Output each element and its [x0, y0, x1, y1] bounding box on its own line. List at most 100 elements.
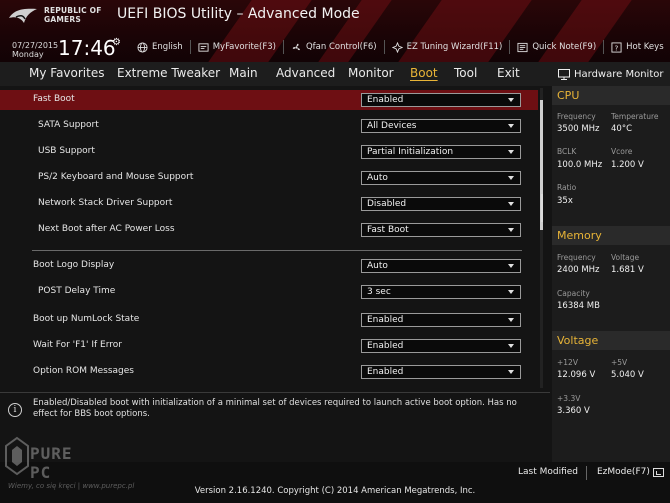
qfan-control-button[interactable]: Qfan Control(F6) [282, 40, 384, 54]
clock-settings-icon[interactable]: ⚙ [112, 37, 121, 48]
monitor-icon [558, 68, 570, 80]
setting-label: SATA Support [38, 120, 99, 130]
select-value: Enabled [367, 341, 404, 351]
select-value: 3 sec [367, 287, 391, 297]
fan-icon [292, 43, 300, 50]
memory-voltage-value: 1.681 V [611, 265, 644, 275]
chevron-down-icon [508, 370, 514, 374]
setting-row-next-boot-ac[interactable]: Next Boot after AC Power Loss Fast Boot [0, 220, 538, 240]
hardware-monitor-panel: CPU Frequency Temperature 3500 MHz 40°C … [541, 86, 670, 462]
boot-settings-panel: Fast Boot Enabled SATA Support All Devic… [0, 88, 538, 388]
tab-monitor[interactable]: Monitor [348, 66, 394, 80]
chevron-down-icon [508, 290, 514, 294]
setting-row-ps2-support[interactable]: PS/2 Keyboard and Mouse Support Auto [0, 168, 538, 188]
fast-boot-select[interactable]: Enabled [361, 93, 521, 107]
network-stack-select[interactable]: Disabled [361, 197, 521, 211]
setting-row-sata-support[interactable]: SATA Support All Devices [0, 116, 538, 136]
setting-row-wait-f1[interactable]: Wait For 'F1' If Error Enabled [0, 336, 538, 356]
v12-value: 12.096 V [557, 370, 596, 380]
chevron-down-icon [508, 98, 514, 102]
myfavorite-button[interactable]: MyFavorite(F3) [189, 40, 283, 54]
brand-text: REPUBLIC OF GAMERS [44, 6, 102, 24]
tab-extreme-tweaker[interactable]: Extreme Tweaker [117, 66, 220, 80]
setting-label: Boot Logo Display [33, 260, 115, 270]
header: REPUBLIC OF GAMERS UEFI BIOS Utility – A… [0, 0, 670, 62]
chevron-down-icon [508, 150, 514, 154]
voltage-section-title: Voltage [552, 331, 670, 350]
chevron-down-icon [508, 264, 514, 268]
wait-f1-select[interactable]: Enabled [361, 339, 521, 353]
wizard-icon [391, 41, 403, 53]
option-rom-select[interactable]: Enabled [361, 365, 521, 379]
cpu-bclk-value: 100.0 MHz [557, 160, 603, 170]
select-value: Disabled [367, 199, 407, 209]
tab-main[interactable]: Main [229, 66, 258, 80]
info-icon: i [8, 403, 22, 417]
language-label: English [152, 42, 183, 52]
chevron-down-icon [508, 318, 514, 322]
next-boot-ac-select[interactable]: Fast Boot [361, 223, 521, 237]
v33-label: +3.3V [557, 394, 581, 403]
ez-tuning-label: EZ Tuning Wizard(F11) [406, 42, 503, 52]
boot-logo-select[interactable]: Auto [361, 259, 521, 273]
setting-row-fast-boot[interactable]: Fast Boot Enabled [0, 90, 538, 110]
setting-row-post-delay[interactable]: POST Delay Time 3 sec [0, 282, 538, 302]
ps2-support-select[interactable]: Auto [361, 171, 521, 185]
ez-tuning-wizard-button[interactable]: EZ Tuning Wizard(F11) [383, 40, 510, 54]
setting-row-boot-logo[interactable]: Boot Logo Display Auto [0, 256, 538, 276]
qfan-label: Qfan Control(F6) [305, 42, 377, 52]
usb-support-select[interactable]: Partial Initialization [361, 145, 521, 159]
setting-label: Network Stack Driver Support [38, 198, 173, 208]
help-panel: i Enabled/Disabled boot with initializat… [0, 392, 550, 426]
exit-icon [652, 467, 664, 477]
cpu-frequency-label: Frequency [557, 112, 596, 121]
v5-value: 5.040 V [611, 370, 644, 380]
help-icon: ? [611, 41, 622, 53]
watermark-caption: Wiemy, co się kręci | www.purepc.pl [8, 482, 135, 490]
chevron-down-icon [508, 176, 514, 180]
numlock-select[interactable]: Enabled [361, 313, 521, 327]
tab-exit[interactable]: Exit [497, 66, 520, 80]
rog-logo-icon [9, 8, 37, 23]
select-value: Auto [367, 261, 388, 271]
cpu-ratio-label: Ratio [557, 183, 577, 192]
hot-keys-button[interactable]: ? Hot Keys [603, 40, 670, 54]
setting-label: Option ROM Messages [33, 366, 134, 376]
help-text: Enabled/Disabled boot with initializatio… [33, 398, 517, 419]
quick-note-button[interactable]: Quick Note(F9) [509, 40, 603, 54]
quick-note-label: Quick Note(F9) [532, 42, 597, 52]
v12-label: +12V [557, 358, 578, 367]
memory-section-title: Memory [552, 226, 670, 245]
tab-my-favorites[interactable]: My Favorites [29, 66, 104, 80]
setting-row-usb-support[interactable]: USB Support Partial Initialization [0, 142, 538, 162]
toolbar: English MyFavorite(F3) Qfan Control(F6) … [130, 40, 670, 54]
language-button[interactable]: English [130, 40, 190, 54]
v5-label: +5V [611, 358, 628, 367]
memory-capacity-value: 16384 MB [557, 301, 600, 311]
tab-advanced[interactable]: Advanced [276, 66, 335, 80]
globe-icon [137, 41, 148, 53]
chevron-down-icon [508, 124, 514, 128]
svg-text:?: ? [615, 43, 619, 52]
setting-row-numlock[interactable]: Boot up NumLock State Enabled [0, 310, 538, 330]
tab-tool[interactable]: Tool [454, 66, 477, 80]
cpu-temperature-label: Temperature [611, 112, 659, 121]
sata-support-select[interactable]: All Devices [361, 119, 521, 133]
select-value: Auto [367, 173, 388, 183]
setting-label: Wait For 'F1' If Error [33, 340, 122, 350]
tab-boot[interactable]: Boot [410, 66, 438, 80]
setting-row-option-rom[interactable]: Option ROM Messages Enabled [0, 362, 538, 382]
setting-row-network-stack[interactable]: Network Stack Driver Support Disabled [0, 194, 538, 214]
select-value: Enabled [367, 315, 404, 325]
post-delay-select[interactable]: 3 sec [361, 285, 521, 299]
date-text: 07/27/2015 [12, 41, 59, 50]
settings-scrollbar[interactable] [540, 88, 543, 388]
cpu-vcore-label: Vcore [611, 147, 633, 156]
ez-mode-button[interactable]: EzMode(F7) [597, 467, 664, 477]
setting-label: Fast Boot [33, 94, 75, 104]
note-icon [517, 42, 528, 52]
setting-label: Next Boot after AC Power Loss [38, 224, 175, 234]
hardware-monitor-title: Hardware Monitor [574, 68, 664, 80]
last-modified-button[interactable]: Last Modified [518, 467, 578, 477]
hot-keys-label: Hot Keys [626, 42, 664, 52]
